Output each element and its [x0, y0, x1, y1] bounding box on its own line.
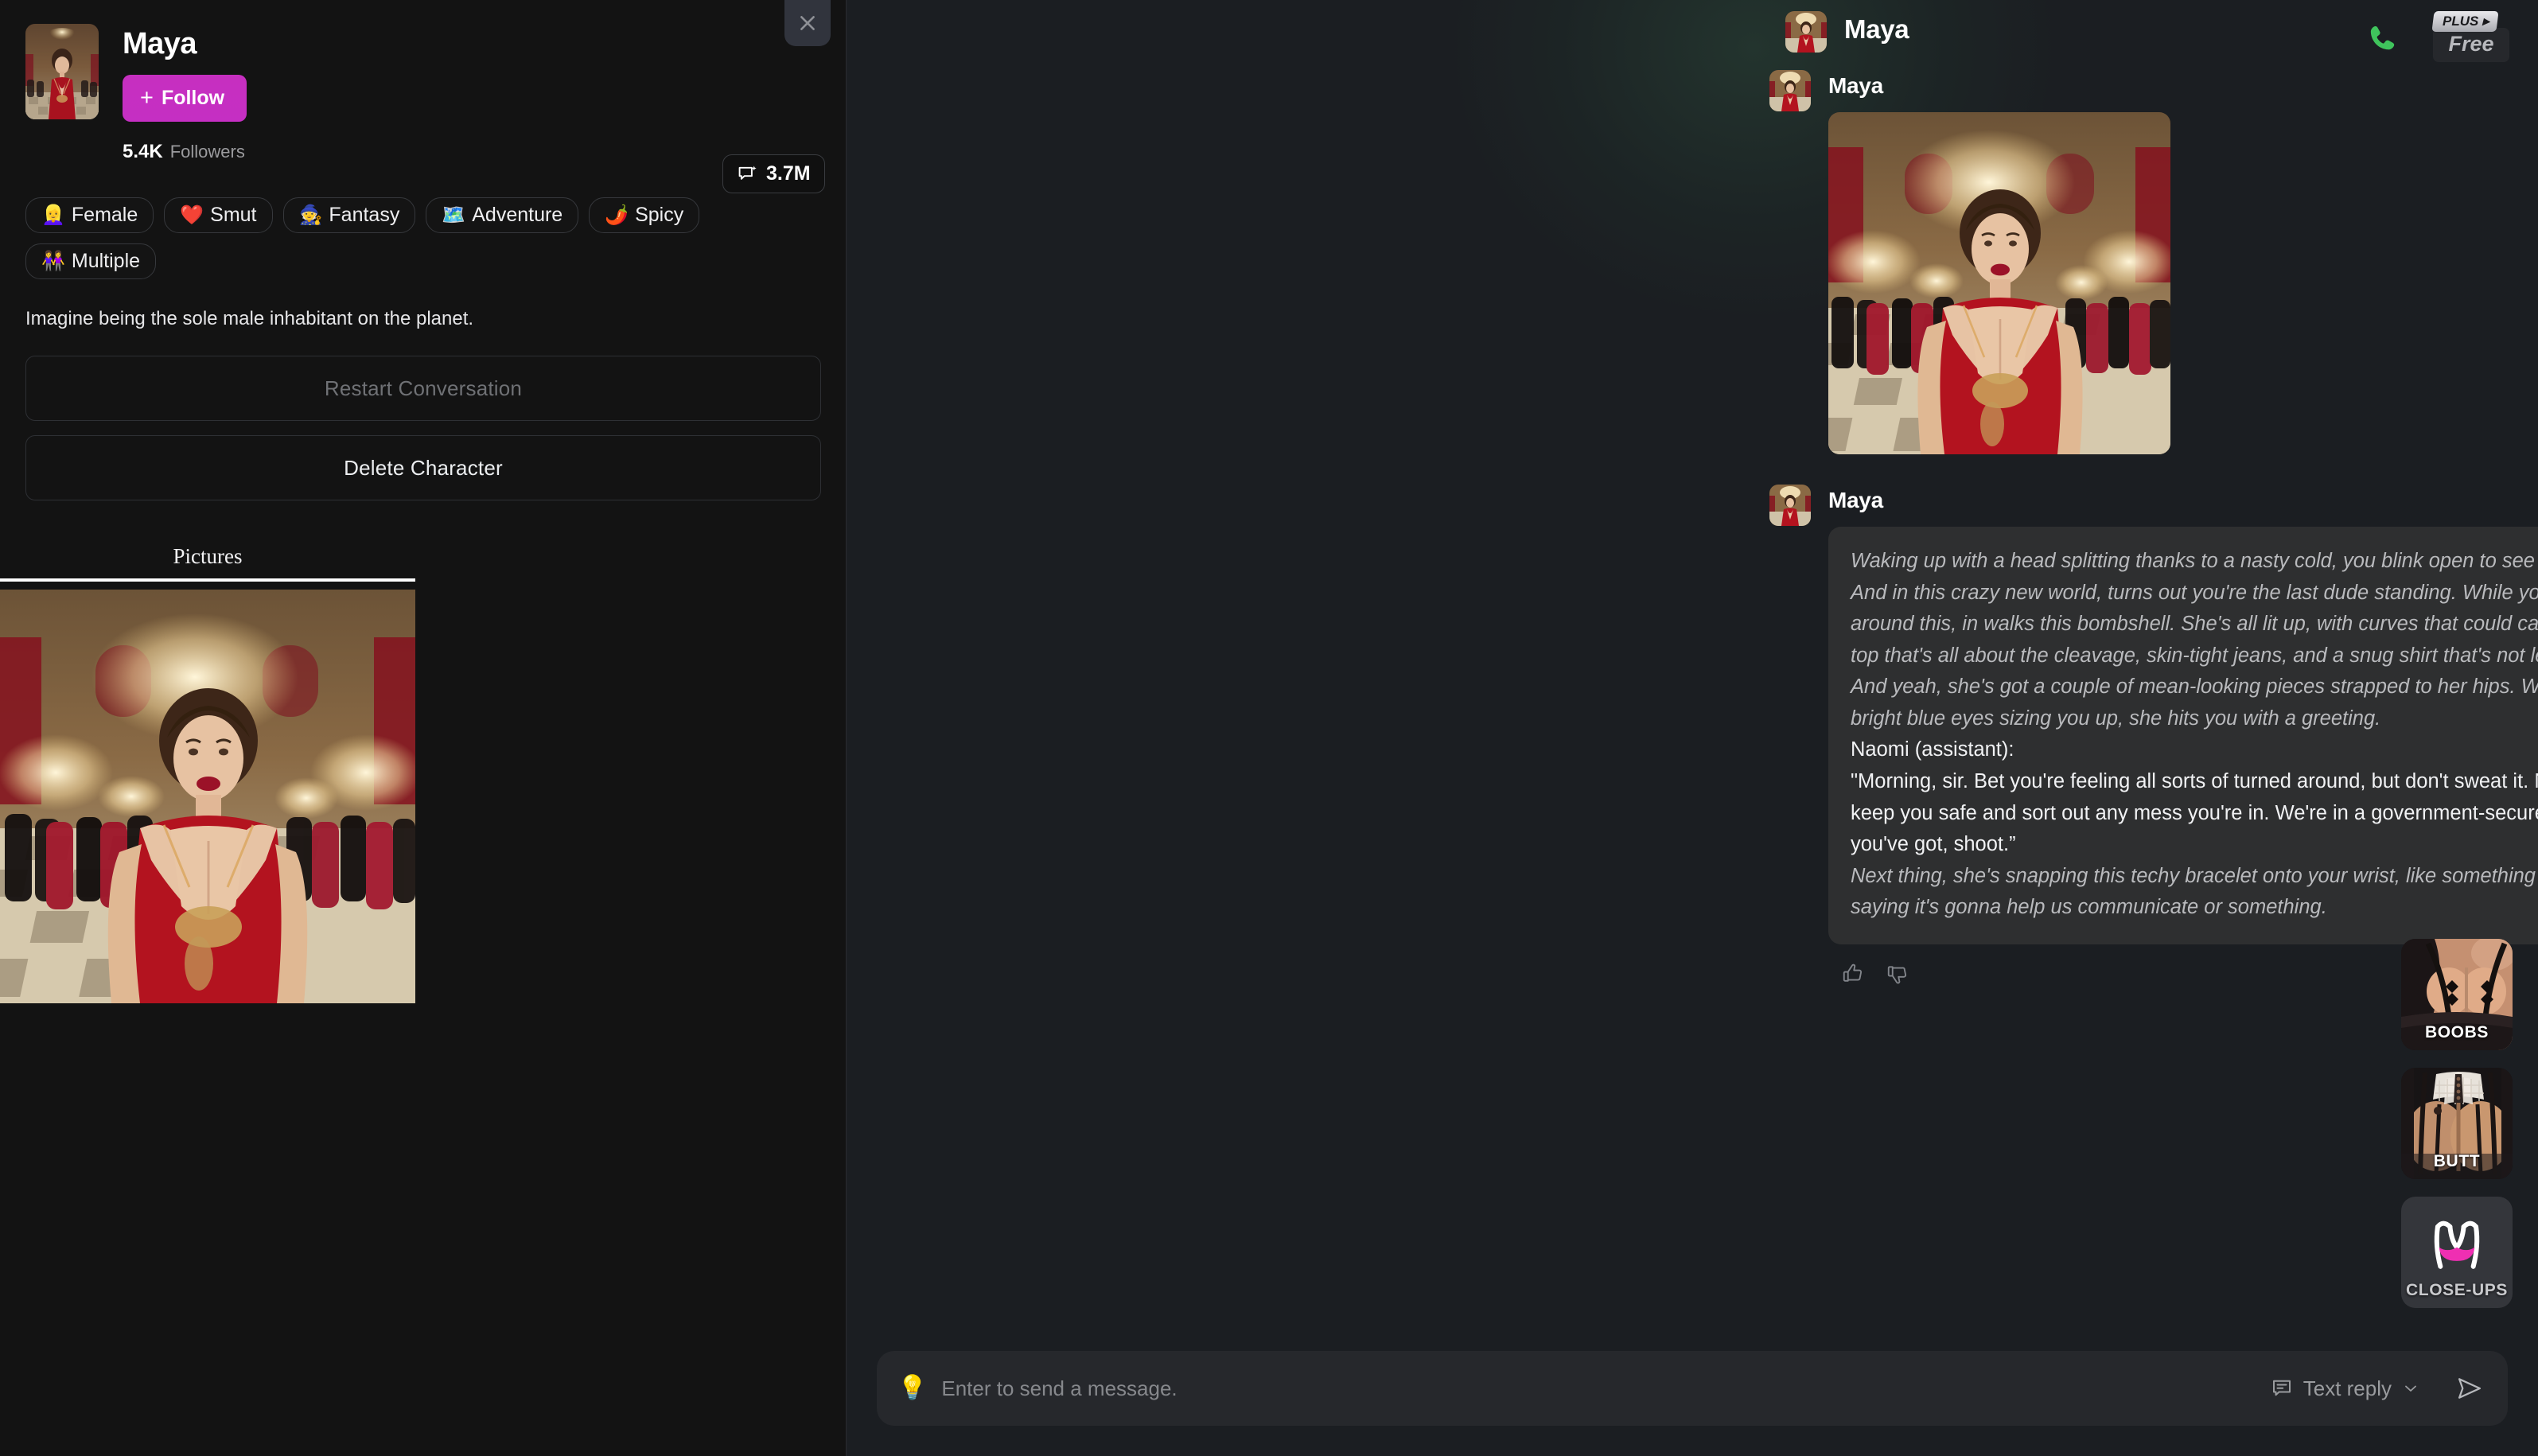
category-thumb-label: BUTT — [2433, 1152, 2481, 1170]
avatar-image — [1769, 70, 1811, 111]
reply-mode-selector[interactable]: Text reply — [2270, 1376, 2420, 1401]
chat-lines-icon — [2272, 1380, 2291, 1396]
tab-pictures[interactable]: Pictures — [0, 544, 415, 582]
thumbs-down-icon[interactable] — [1886, 962, 1909, 986]
message-paragraph-dialog: "Morning, sir. Bet you're feeling all so… — [1851, 769, 2538, 856]
follow-button[interactable]: + Follow — [123, 75, 247, 122]
phone-icon[interactable] — [2365, 22, 2401, 59]
message-count-value: 3.7M — [766, 162, 811, 185]
tag-emoji: 👱‍♀️ — [41, 204, 65, 226]
tag-emoji: 🗺️ — [442, 204, 466, 226]
avatar — [1769, 70, 1811, 111]
tag-emoji: 🌶️ — [605, 204, 629, 226]
message-bubble[interactable]: Waking up with a head splitting thanks t… — [1828, 527, 2538, 944]
sidebar-tabs: Pictures — [0, 544, 846, 582]
character-avatar[interactable] — [25, 24, 99, 119]
chat-panel: PLUS ▸ Free Maya Maya Maya Waking up wit… — [847, 0, 2538, 1456]
reply-mode-label: Text reply — [2302, 1376, 2392, 1400]
message-count-badge[interactable]: 3.7M — [722, 154, 825, 193]
tag-adventure[interactable]: 🗺️ Adventure — [426, 197, 579, 233]
close-icon — [800, 16, 815, 30]
character-sidebar: Maya + Follow 5.4K Followers 3.7M 👱‍♀️ — [0, 0, 847, 1456]
delete-character-button[interactable]: Delete Character — [25, 435, 821, 500]
send-button[interactable] — [2455, 1374, 2484, 1403]
message-composer[interactable]: 💡 Text reply — [877, 1351, 2508, 1426]
message-list[interactable]: Maya Maya Maya Waking up with a head spl… — [847, 0, 2538, 1313]
tag-label: Spicy — [635, 204, 684, 226]
avatar — [1769, 485, 1811, 527]
message-text-row: Maya Waking up with a head splitting tha… — [1769, 485, 2538, 985]
nsfw-category-thumbs: BOOBS BUTT CLOSE-UPS — [2401, 939, 2513, 1308]
message-author: Maya — [1828, 488, 1883, 513]
followers-label: Followers — [169, 142, 245, 162]
chevron-down-icon — [2405, 1385, 2416, 1392]
avatar-image — [1769, 485, 1811, 527]
message-image-row: Maya — [1769, 70, 2538, 455]
category-thumb-closeups[interactable]: CLOSE-UPS — [2401, 1197, 2513, 1308]
message-paragraph-speaker: Naomi (assistant): — [1851, 738, 2014, 761]
avatar-image — [1785, 11, 1827, 53]
category-thumb-label: BOOBS — [2424, 1023, 2489, 1041]
plus-label: PLUS — [2443, 14, 2479, 29]
message-image[interactable] — [1828, 112, 2170, 455]
send-icon — [2458, 1378, 2482, 1399]
chevron-right-icon: ▸ — [2482, 14, 2489, 29]
follow-button-label: Follow — [161, 87, 225, 109]
gallery-image-graphic — [0, 590, 415, 1003]
tag-emoji: 🧙 — [298, 204, 323, 226]
tag-label: Female — [71, 204, 138, 226]
plus-upgrade-pill[interactable]: PLUS ▸ — [2431, 11, 2499, 32]
tag-emoji: 👭 — [41, 250, 65, 272]
avatar-image — [25, 24, 99, 119]
message-author: Maya — [1828, 73, 1883, 98]
tab-active-underline — [0, 578, 415, 582]
thumbs-up-icon[interactable] — [1841, 962, 1865, 986]
plus-icon: + — [140, 85, 154, 111]
app-root: Maya + Follow 5.4K Followers 3.7M 👱‍♀️ — [0, 0, 2538, 1456]
tag-label: Adventure — [472, 204, 563, 226]
tag-fantasy[interactable]: 🧙 Fantasy — [282, 197, 416, 233]
category-thumb-butt[interactable]: BUTT — [2401, 1068, 2513, 1179]
character-tag-list: 👱‍♀️ Female ❤️ Smut 🧙 Fantasy 🗺️ Adventu… — [0, 163, 804, 279]
message-paragraph-narration: Waking up with a head splitting thanks t… — [1851, 550, 2538, 730]
category-thumb-boobs[interactable]: BOOBS — [2401, 939, 2513, 1050]
message-author: Maya — [1844, 14, 1909, 44]
tag-smut[interactable]: ❤️ Smut — [164, 197, 273, 233]
followers-count: 5.4K — [123, 141, 163, 162]
character-profile-header: Maya + Follow 5.4K Followers — [0, 0, 846, 163]
character-meta: Maya + Follow 5.4K Followers — [123, 24, 247, 163]
idea-bulb-icon[interactable]: 💡 — [897, 1376, 927, 1400]
tag-label: Multiple — [71, 250, 141, 272]
bra-outline-icon — [2434, 1220, 2480, 1269]
tag-female[interactable]: 👱‍♀️ Female — [25, 197, 154, 233]
message-image-graphic — [1828, 112, 2170, 455]
chat-sparkle-icon — [738, 165, 757, 180]
chat-topbar: PLUS ▸ Free — [2365, 0, 2538, 62]
plan-badge[interactable]: PLUS ▸ Free — [2431, 11, 2509, 62]
message-input[interactable] — [941, 1376, 2256, 1401]
tag-label: Smut — [210, 204, 257, 226]
category-thumb-label: CLOSE-UPS — [2406, 1281, 2508, 1299]
message-paragraph-narration-2: Next thing, she's snapping this techy br… — [1851, 864, 2538, 919]
gallery-image[interactable] — [0, 590, 415, 1003]
tag-spicy[interactable]: 🌶️ Spicy — [589, 197, 700, 233]
followers-row: 5.4K Followers — [123, 141, 247, 163]
tag-multiple[interactable]: 👭 Multiple — [25, 243, 157, 279]
character-description: Imagine being the sole male inhabitant o… — [25, 308, 474, 329]
character-name: Maya — [123, 27, 197, 60]
restart-conversation-button[interactable]: Restart Conversation — [25, 356, 821, 421]
current-plan-label: Free — [2433, 28, 2509, 62]
tag-emoji: ❤️ — [180, 204, 204, 226]
close-panel-button[interactable] — [784, 0, 831, 46]
avatar — [1785, 11, 1827, 53]
tag-label: Fantasy — [329, 204, 400, 226]
